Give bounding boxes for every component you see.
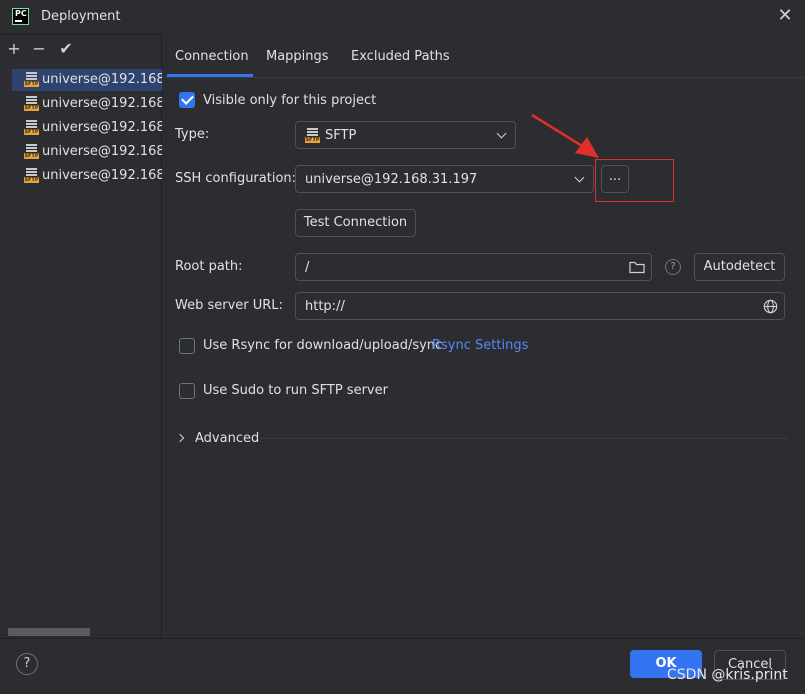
sftp-server-icon: SFTP [24,120,39,136]
test-connection-button[interactable]: Test Connection [295,209,416,237]
server-item[interactable]: SFTP universe@192.168.31.197 [12,69,162,91]
root-path-label: Root path: [175,259,243,274]
advanced-divider [260,438,788,439]
rsync-settings-link[interactable]: Rsync Settings [432,338,528,353]
window-title: Deployment [41,9,121,24]
watermark-text: CSDN @kris.print [667,667,788,683]
sftp-server-icon: SFTP [24,144,39,160]
add-server-icon[interactable]: + [5,40,23,58]
server-item-label: universe@192.168.31.197 [42,120,162,135]
pycharm-logo-icon: PC [12,8,29,25]
remove-server-icon[interactable]: − [30,40,48,58]
globe-icon[interactable] [763,299,778,314]
server-item[interactable]: SFTP universe@192.168.31.197 [12,165,162,187]
ssh-config-label: SSH configuration: [175,171,297,186]
web-server-url-label: Web server URL: [175,298,283,313]
chevron-right-icon[interactable] [175,433,185,443]
tab-connection[interactable]: Connection [175,49,249,64]
sftp-server-icon: SFTP [24,72,39,88]
rsync-label: Use Rsync for download/upload/sync [203,338,443,353]
annotation-arrow-icon [531,113,599,158]
server-item[interactable]: SFTP universe@192.168.31.197 [12,141,162,163]
server-item-label: universe@192.168.31.197 [42,144,162,159]
server-item[interactable]: SFTP universe@192.168.31.197 [12,93,162,115]
type-label: Type: [175,127,210,142]
sftp-type-icon: SFTP [305,128,320,144]
visible-only-label: Visible only for this project [203,93,377,108]
chevron-down-icon [496,128,507,139]
sudo-label: Use Sudo to run SFTP server [203,383,388,398]
rsync-checkbox[interactable] [179,338,195,354]
type-select[interactable]: SFTP SFTP [295,121,516,149]
chevron-down-icon [574,172,585,183]
help-button[interactable]: ? [16,653,38,675]
tab-excluded-paths[interactable]: Excluded Paths [351,49,450,64]
visible-only-checkbox[interactable] [179,92,195,108]
set-default-icon[interactable]: ✔ [57,40,75,58]
close-icon[interactable]: ✕ [776,7,794,25]
sftp-server-icon: SFTP [24,168,39,184]
web-server-url-value: http:// [305,299,345,314]
server-item[interactable]: SFTP universe@192.168.31.197 [12,117,162,139]
horizontal-scrollbar[interactable] [8,628,90,636]
title-bar [0,0,805,34]
folder-icon[interactable] [629,260,645,274]
root-path-input[interactable]: / [295,253,652,281]
server-item-label: universe@192.168.31.197 [42,96,162,111]
advanced-section-toggle[interactable]: Advanced [195,431,259,446]
help-icon[interactable]: ? [665,259,681,275]
tab-bar: Connection Mappings Excluded Paths [163,40,805,78]
sudo-checkbox[interactable] [179,383,195,399]
server-item-label: universe@192.168.31.197 [42,168,162,183]
type-value: SFTP [325,128,357,143]
tab-mappings[interactable]: Mappings [266,49,329,64]
active-tab-indicator [167,74,253,77]
server-item-label: universe@192.168.31.197 [42,72,162,87]
server-list-panel: + − ✔ SFTP universe@192.168.31.197 SFTP … [0,34,162,638]
web-server-url-input[interactable]: http:// [295,292,785,320]
root-path-value: / [305,260,310,275]
ssh-config-value: universe@192.168.31.197 [305,172,478,187]
autodetect-button[interactable]: Autodetect [694,253,785,281]
sftp-server-icon: SFTP [24,96,39,112]
